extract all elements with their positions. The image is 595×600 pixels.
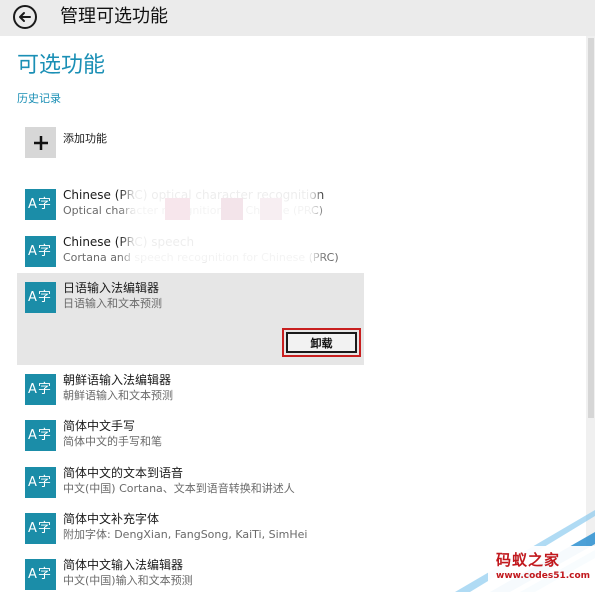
history-link[interactable]: 历史记录	[17, 92, 61, 106]
back-button[interactable]	[13, 5, 37, 29]
feature-name: 简体中文的文本到语音	[63, 466, 184, 480]
title-bar: 管理可选功能	[0, 0, 595, 36]
language-icon: A字	[25, 189, 56, 220]
feature-name: 简体中文手写	[63, 419, 136, 433]
watermark-logo: 码蚁之家 www.codes51.com	[488, 546, 595, 592]
feature-item-korean-ime[interactable]: A字 朝鲜语输入法编辑器 朝鲜语输入和文本预测	[17, 371, 364, 415]
feature-name: 朝鲜语输入法编辑器	[63, 373, 172, 387]
feature-item-japanese-ime[interactable]: A字 日语输入法编辑器 日语输入和文本预测 卸载	[17, 273, 364, 365]
page-title: 可选功能	[17, 53, 106, 78]
feature-name: 简体中文补充字体	[63, 512, 160, 526]
feature-description: 中文(中国)输入和文本预测	[63, 574, 193, 587]
language-icon: A字	[25, 467, 56, 498]
add-feature-label[interactable]: 添加功能	[63, 130, 107, 146]
feature-item-chinese-ime[interactable]: A字 简体中文输入法编辑器 中文(中国)输入和文本预测	[17, 556, 364, 600]
watermark-title: 码蚁之家	[496, 551, 561, 569]
arrow-left-icon	[19, 12, 31, 22]
plus-icon	[33, 135, 48, 150]
feature-description: 附加字体: DengXian, FangSong, KaiTi, SimHei	[63, 528, 308, 541]
watermark-url: www.codes51.com	[496, 571, 591, 581]
language-icon: A字	[25, 374, 56, 405]
language-icon: A字	[25, 559, 56, 590]
uninstall-button[interactable]: 卸载	[282, 328, 361, 357]
feature-description: 简体中文的手写和笔	[63, 435, 162, 448]
feature-item-supplemental-fonts[interactable]: A字 简体中文补充字体 附加字体: DengXian, FangSong, Ka…	[17, 510, 364, 554]
privacy-blur	[135, 186, 310, 261]
feature-description: 中文(中国) Cortana、文本到语音转换和讲述人	[63, 482, 295, 495]
feature-name: 日语输入法编辑器	[63, 281, 160, 295]
language-icon: A字	[25, 236, 56, 267]
feature-item-handwriting[interactable]: A字 简体中文手写 简体中文的手写和笔	[17, 417, 364, 461]
scrollbar-thumb[interactable]	[588, 38, 594, 418]
language-icon: A字	[25, 282, 56, 313]
language-icon: A字	[25, 513, 56, 544]
uninstall-label: 卸载	[286, 332, 357, 353]
feature-description: 日语输入和文本预测	[63, 297, 162, 310]
feature-name: 简体中文输入法编辑器	[63, 558, 184, 572]
feature-description: 朝鲜语输入和文本预测	[63, 389, 173, 402]
add-feature-button[interactable]	[25, 127, 56, 158]
window-title: 管理可选功能	[60, 6, 168, 27]
feature-item-text-to-speech[interactable]: A字 简体中文的文本到语音 中文(中国) Cortana、文本到语音转换和讲述人	[17, 464, 364, 508]
language-icon: A字	[25, 420, 56, 451]
